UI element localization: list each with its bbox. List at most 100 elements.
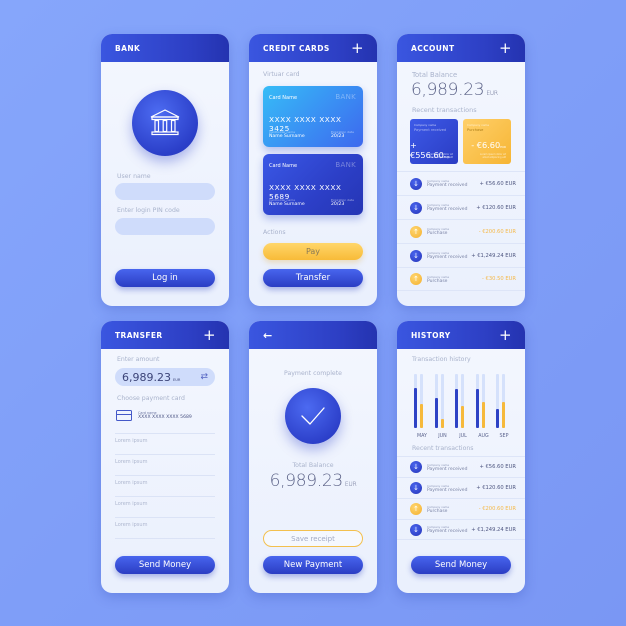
chart-bar-spent xyxy=(461,405,464,428)
tx-type: Payment received xyxy=(427,207,468,212)
chart-bar-track xyxy=(440,374,444,428)
chart-bar-track xyxy=(481,374,485,428)
tile-footnote: Lorem ipsum dolor sit amet adipiscing el… xyxy=(427,153,453,159)
balance-amount: 6,989.23 xyxy=(411,80,485,100)
card-bank: BANK xyxy=(335,93,356,101)
plus-icon[interactable]: + xyxy=(499,327,512,343)
tx-amount: - €200.60 EUR xyxy=(478,506,516,512)
login-button[interactable]: Log in xyxy=(115,269,215,287)
plus-icon[interactable]: + xyxy=(351,40,364,56)
bank-building-icon xyxy=(150,109,180,136)
form-field[interactable]: Lorem ipsum xyxy=(115,497,215,518)
list-item[interactable]: ↓ Company name Payment received + €56.60 … xyxy=(397,456,525,477)
swap-arrows-icon[interactable]: ⇄ xyxy=(200,372,208,382)
new-payment-button[interactable]: New Payment xyxy=(263,556,363,574)
plus-icon[interactable]: + xyxy=(499,40,512,56)
list-item[interactable]: ↑ Company name Purchase - €30.50 EUR xyxy=(397,267,525,291)
tx-amount: + €1,249.24 EUR xyxy=(471,252,516,259)
screen-title: HISTORY xyxy=(411,330,451,340)
screen-header: ← xyxy=(249,321,377,349)
transaction-tile[interactable]: Company name Purchase - €6.60EUR Lorem i… xyxy=(463,119,511,164)
transaction-history-chart: MAY JUN JUL AUG SEP xyxy=(410,373,512,439)
tx-type: Payment received xyxy=(427,255,468,260)
amount-value: 6,989.23 EUR xyxy=(122,371,180,384)
tx-type: Purchase xyxy=(427,508,448,514)
amount-currency: EUR xyxy=(172,377,181,382)
chart-bar-track xyxy=(461,374,464,428)
username-input[interactable] xyxy=(115,183,215,200)
chart-bar-received xyxy=(434,397,438,428)
tile-amount: - €6.60EUR xyxy=(471,140,506,150)
amount-input[interactable]: 6,989.23 EUR ⇄ xyxy=(115,368,215,386)
form-field[interactable]: Lorem ipsum xyxy=(115,518,215,539)
arrow-up-icon: ↑ xyxy=(410,503,422,515)
tile-company: Company name xyxy=(467,123,490,127)
balance-currency: EUR xyxy=(486,90,498,97)
checkmark-icon xyxy=(301,407,325,425)
card-name: Card Name xyxy=(269,163,298,169)
pin-input[interactable] xyxy=(115,218,215,235)
transaction-list: ↓ Company name Payment received + €56.60 … xyxy=(397,456,525,540)
list-item[interactable]: ↓ Company name Payment received + €1,249.… xyxy=(397,243,525,267)
chart-month-sep: SEP xyxy=(496,373,512,439)
credit-card[interactable]: Card Name BANK XXXX XXXX XXXX 5689 Cardh… xyxy=(263,154,363,215)
plus-icon[interactable]: + xyxy=(203,327,216,343)
tx-type: Payment received xyxy=(427,183,468,188)
recent-label: Recent transactions xyxy=(412,445,474,452)
payment-card-select[interactable]: Card name XXXX XXXX XXXX 5689 xyxy=(116,410,192,421)
form-field[interactable]: Lorem ipsum xyxy=(115,455,215,476)
chart-bar-spent xyxy=(502,401,505,428)
pay-button[interactable]: Pay xyxy=(263,243,363,260)
tile-amount-value: - €6.60 xyxy=(471,140,501,150)
transaction-tile[interactable]: Company name Payment received + €556.60E… xyxy=(410,119,458,164)
chart-bar-track xyxy=(420,374,423,428)
balance-value: 6,989.23 EUR xyxy=(249,471,377,491)
balance-amount: 6,989.23 xyxy=(269,471,344,491)
arrow-up-icon: ↑ xyxy=(410,273,422,285)
arrow-down-icon: ↓ xyxy=(410,461,422,473)
arrow-down-icon: ↓ xyxy=(410,523,422,536)
list-item[interactable]: ↓ Company name Payment received + €56.60 … xyxy=(397,171,525,195)
screen-header: HISTORY + xyxy=(397,321,525,349)
credit-card[interactable]: Card Name BANK XXXX XXXX XXXX 3425 Cardh… xyxy=(263,86,363,147)
credit-card-icon xyxy=(116,410,132,421)
screen-title: BANK xyxy=(115,43,141,53)
send-money-button[interactable]: Send Money xyxy=(411,556,511,574)
chart-month-may: MAY xyxy=(414,373,430,439)
save-receipt-button[interactable]: Save receipt xyxy=(263,530,363,547)
balance-label: Total Balance xyxy=(412,71,458,79)
chart-bar-track xyxy=(475,374,479,428)
arrow-up-icon: ↑ xyxy=(410,225,422,238)
tile-currency: EUR xyxy=(500,145,506,149)
chart-bar-track xyxy=(434,374,438,428)
chart-month-aug: AUG xyxy=(475,373,492,439)
screen-title: ACCOUNT xyxy=(411,43,455,53)
transfer-screen: TRANSFER + Enter amount 6,989.23 EUR ⇄ Ch… xyxy=(101,321,229,593)
chart-month-jul: JUL xyxy=(455,373,471,439)
chart-tick-label: SEP xyxy=(499,434,509,439)
arrow-down-icon: ↓ xyxy=(410,201,422,214)
list-item[interactable]: ↑ Company name Purchase - €200.60 EUR xyxy=(397,219,525,243)
chart-bar-received xyxy=(455,388,458,428)
form-field[interactable]: Lorem ipsum xyxy=(115,476,215,497)
list-item[interactable]: ↓ Company name Payment received + €1,249.… xyxy=(397,519,525,540)
actions-label: Actions xyxy=(263,229,286,236)
screen-header: TRANSFER + xyxy=(101,321,229,349)
list-item[interactable]: ↑ Company name Purchase - €200.60 EUR xyxy=(397,498,525,519)
username-label: User name xyxy=(117,173,151,180)
card-choice-label: Choose payment card xyxy=(117,395,185,402)
arrow-down-icon: ↓ xyxy=(410,482,422,494)
list-item[interactable]: ↓ Company name Payment received + €120.60… xyxy=(397,195,525,219)
form-field[interactable]: Lorem ipsum xyxy=(115,434,215,455)
balance-currency: EUR xyxy=(344,481,357,488)
chart-bar-track xyxy=(502,374,505,428)
card-expiry: 20/23 xyxy=(331,202,345,207)
screen-title: CREDIT CARDS xyxy=(263,43,330,53)
chart-bar-spent xyxy=(481,401,485,428)
account-screen: ACCOUNT + Total Balance 6,989.23 EUR Rece… xyxy=(397,34,525,306)
arrow-left-icon[interactable]: ← xyxy=(263,329,273,342)
transfer-button[interactable]: Transfer xyxy=(263,269,363,287)
list-item[interactable]: ↓ Company name Payment received + €120.60… xyxy=(397,477,525,498)
chart-bar-received xyxy=(475,388,479,428)
send-money-button[interactable]: Send Money xyxy=(115,556,215,574)
